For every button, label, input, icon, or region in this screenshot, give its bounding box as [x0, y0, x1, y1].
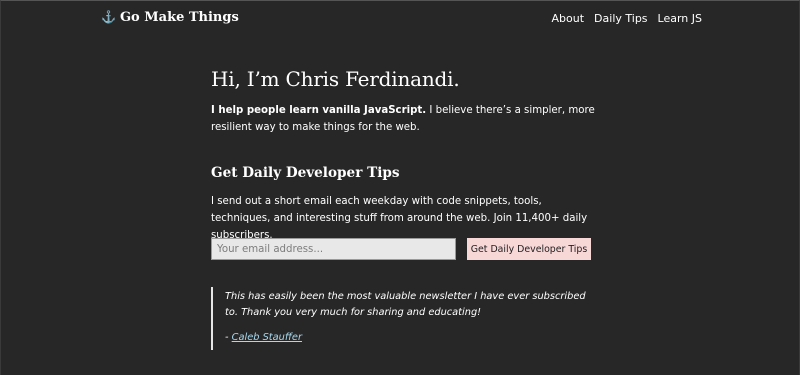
- intro-text: I help people learn vanilla JavaScript. …: [211, 102, 596, 136]
- main-content: Hi, I’m Chris Ferdinandi. I help people …: [211, 65, 596, 350]
- testimonial-attribution: - Caleb Stauffer: [225, 330, 591, 350]
- page-title: Hi, I’m Chris Ferdinandi.: [211, 67, 460, 91]
- nav-link-learn-js[interactable]: Learn JS: [658, 12, 702, 25]
- tips-description: I send out a short email each weekday wi…: [211, 196, 588, 241]
- logo-text: Go Make Things: [119, 10, 239, 25]
- subscribe-button[interactable]: Get Daily Developer Tips: [467, 238, 591, 260]
- testimonial-quote: This has easily been the most valuable n…: [225, 291, 586, 318]
- logo-link[interactable]: ⚓ Go Make Things: [101, 10, 239, 25]
- anchor-icon: ⚓: [101, 10, 116, 24]
- intro-bold-text: I help people learn vanilla JavaScript.: [211, 105, 427, 116]
- tips-heading: Get Daily Developer Tips: [211, 165, 400, 181]
- testimonial: This has easily been the most valuable n…: [211, 287, 591, 350]
- attribution-dash: -: [225, 332, 232, 343]
- email-field[interactable]: [211, 238, 456, 260]
- page: ⚓ Go Make Things About Daily Tips Learn J…: [0, 0, 800, 375]
- signup-form: Get Daily Developer Tips: [211, 238, 591, 260]
- nav-link-daily-tips[interactable]: Daily Tips: [594, 12, 647, 25]
- site-header: ⚓ Go Make Things About Daily Tips Learn J…: [1, 1, 800, 37]
- testimonial-author-link[interactable]: Caleb Stauffer: [232, 332, 302, 343]
- main-nav: About Daily Tips Learn JS: [552, 12, 702, 25]
- nav-link-about[interactable]: About: [552, 12, 585, 25]
